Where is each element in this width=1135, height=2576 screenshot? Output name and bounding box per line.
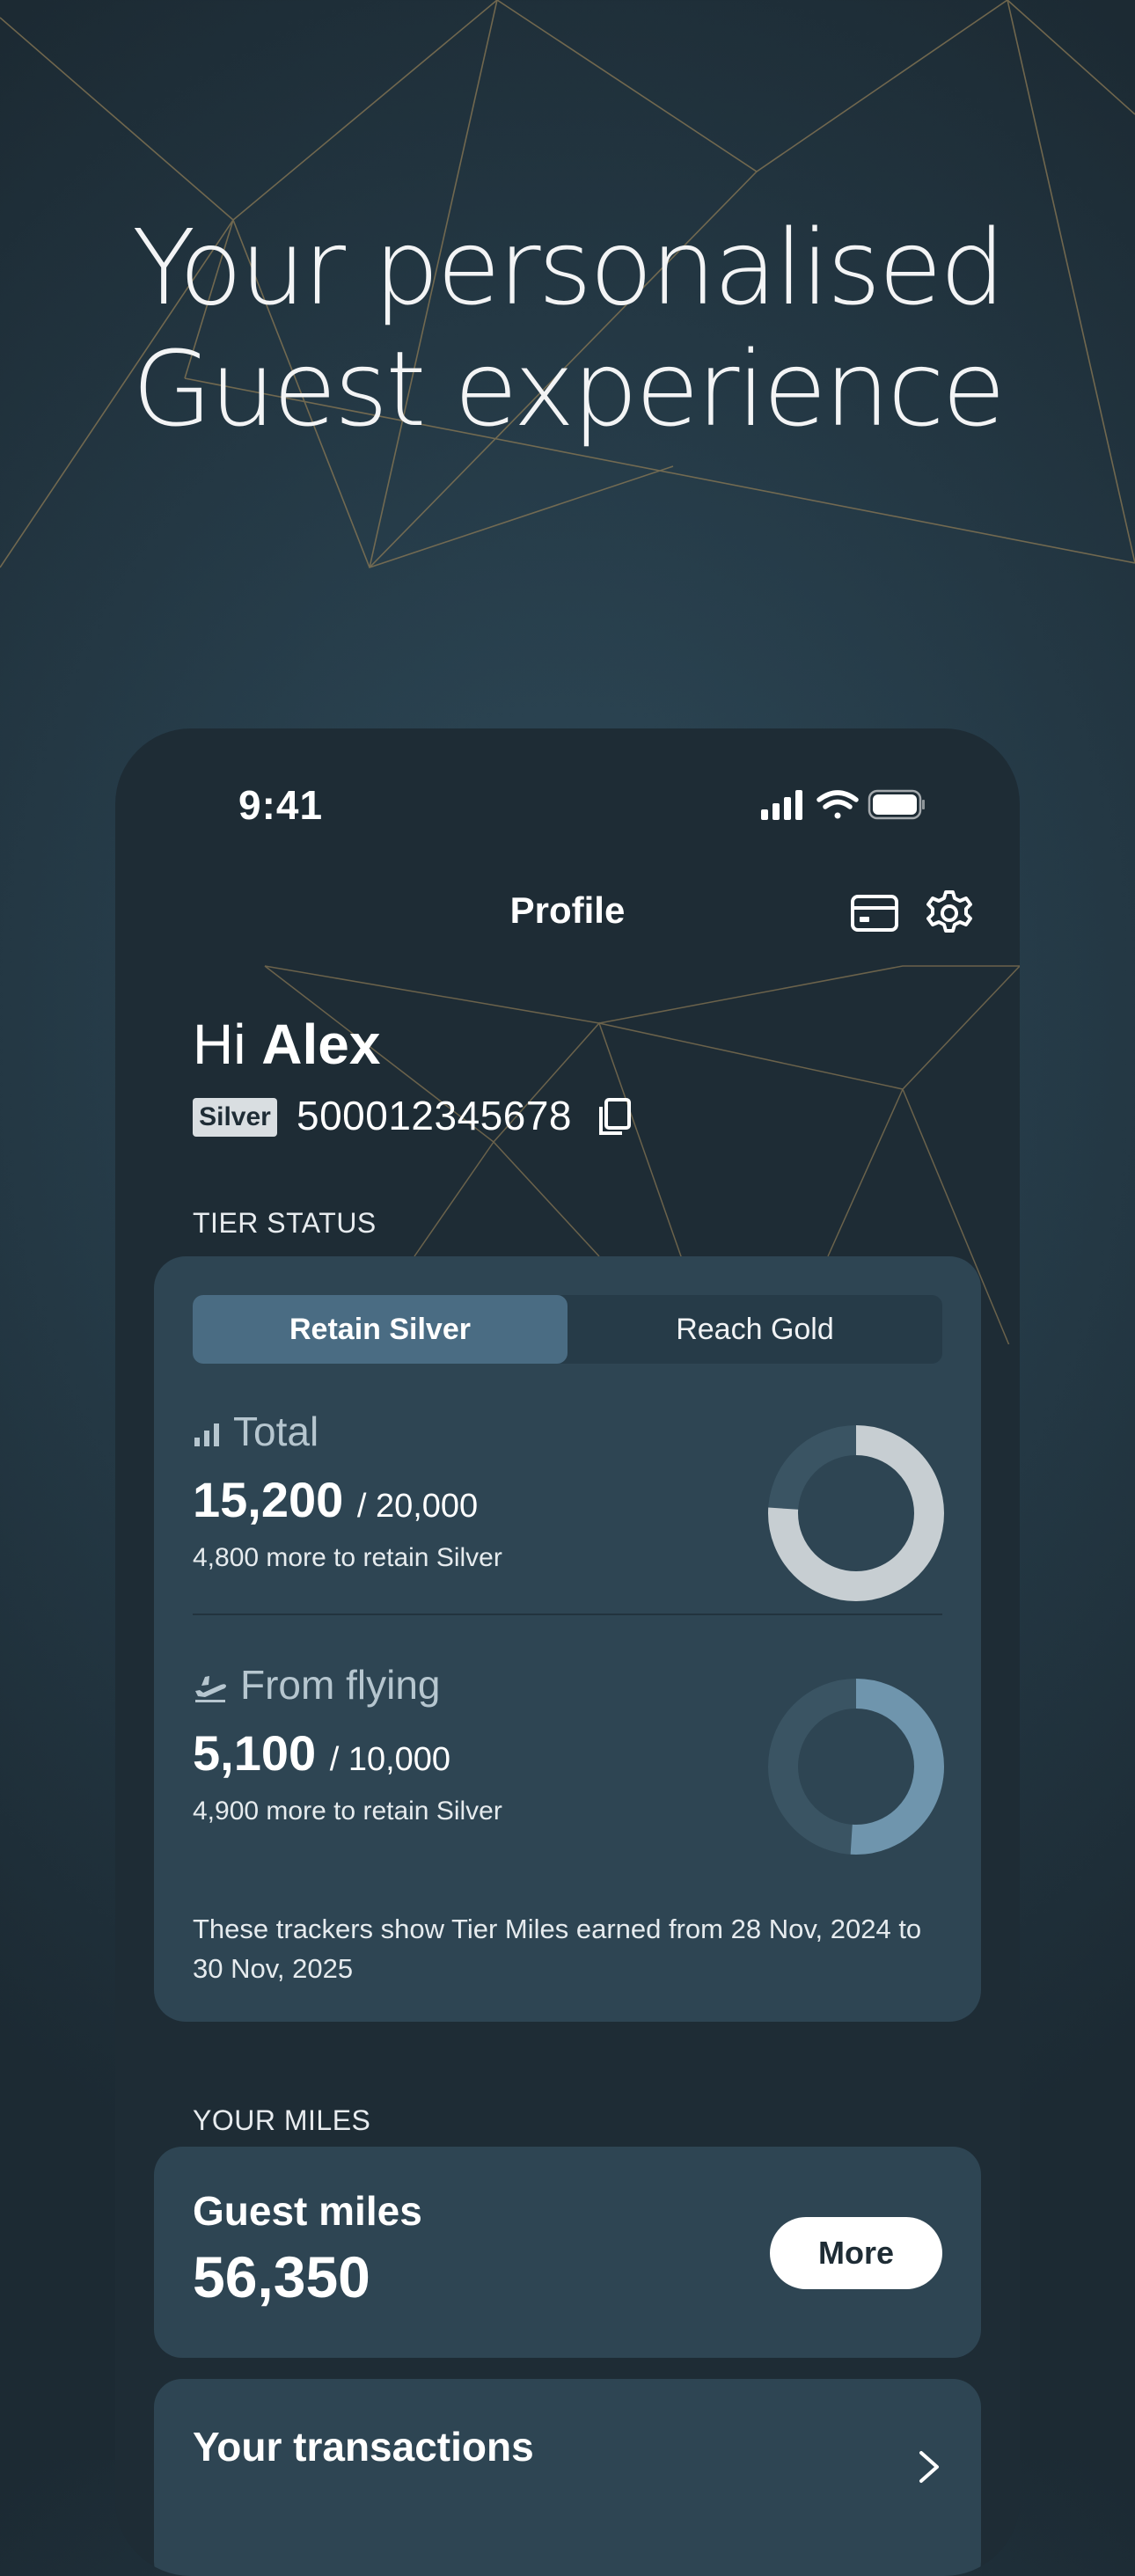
guest-miles-card: Guest miles 56,350 More <box>154 2147 981 2358</box>
greeting-hi: Hi <box>193 1013 246 1076</box>
transactions-label: Your transactions <box>193 2424 534 2470</box>
metric-flying-title: From flying <box>193 1661 440 1709</box>
metric-total-value: 15,200 / 20,000 <box>193 1471 478 1528</box>
bar-chart-icon <box>194 1423 219 1446</box>
membership-number: 500012345678 <box>297 1093 572 1138</box>
metric-flying-value: 5,100 / 10,000 <box>193 1724 450 1782</box>
tier-tab-switcher: Retain Silver Reach Gold <box>193 1295 942 1364</box>
hero-heading: Your personalised Guest experience <box>0 207 1135 450</box>
hero-line-1: Your personalised <box>132 207 1006 328</box>
metric-total-current: 15,200 <box>193 1472 344 1527</box>
metric-total-label: Total <box>233 1409 319 1454</box>
guest-miles-label: Guest miles <box>193 2188 422 2234</box>
tier-status-card: Retain Silver Reach Gold Total 15,200 / … <box>154 1256 981 2022</box>
guest-miles-value: 56,350 <box>193 2244 370 2309</box>
more-button[interactable]: More <box>770 2217 942 2289</box>
greeting-name: Alex <box>261 1013 381 1076</box>
chevron-right-icon <box>919 2451 939 2483</box>
tier-badge: Silver <box>193 1098 277 1137</box>
hero-line-2: Guest experience <box>131 328 1006 450</box>
total-progress-ring <box>768 1425 944 1601</box>
battery-icon <box>868 789 925 820</box>
copy-icon[interactable] <box>594 1096 633 1138</box>
metric-flying-label: From flying <box>240 1662 441 1708</box>
wifi-icon <box>816 790 859 819</box>
card-icon[interactable] <box>850 894 899 933</box>
flying-progress-ring <box>768 1679 944 1855</box>
your-miles-label: YOUR MILES <box>193 2104 371 2136</box>
status-icons <box>761 789 925 820</box>
metric-total-remaining: 4,800 more to retain Silver <box>193 1543 502 1572</box>
metric-flying-remaining: 4,900 more to retain Silver <box>193 1797 502 1826</box>
metric-flying-target: / 10,000 <box>329 1741 451 1778</box>
phone-frame: 9:41 Profile Hi Alex Silver 500012345678… <box>115 728 1020 2576</box>
metric-total-title: Total <box>193 1408 319 1455</box>
transactions-card[interactable]: Your transactions <box>154 2379 981 2576</box>
greeting: Hi Alex <box>193 1012 380 1077</box>
tier-status-label: TIER STATUS <box>193 1207 377 1239</box>
metric-divider <box>193 1614 942 1615</box>
tab-retain-silver[interactable]: Retain Silver <box>193 1295 568 1364</box>
status-time: 9:41 <box>238 782 324 828</box>
plane-takeoff-icon <box>195 1675 226 1702</box>
signal-icon <box>761 790 802 820</box>
metric-total-target: / 20,000 <box>356 1488 479 1525</box>
metric-flying-current: 5,100 <box>193 1725 317 1781</box>
gear-icon[interactable] <box>925 889 974 938</box>
tab-reach-gold[interactable]: Reach Gold <box>568 1295 942 1364</box>
tracker-footnote: These trackers show Tier Miles earned fr… <box>193 1914 922 1984</box>
